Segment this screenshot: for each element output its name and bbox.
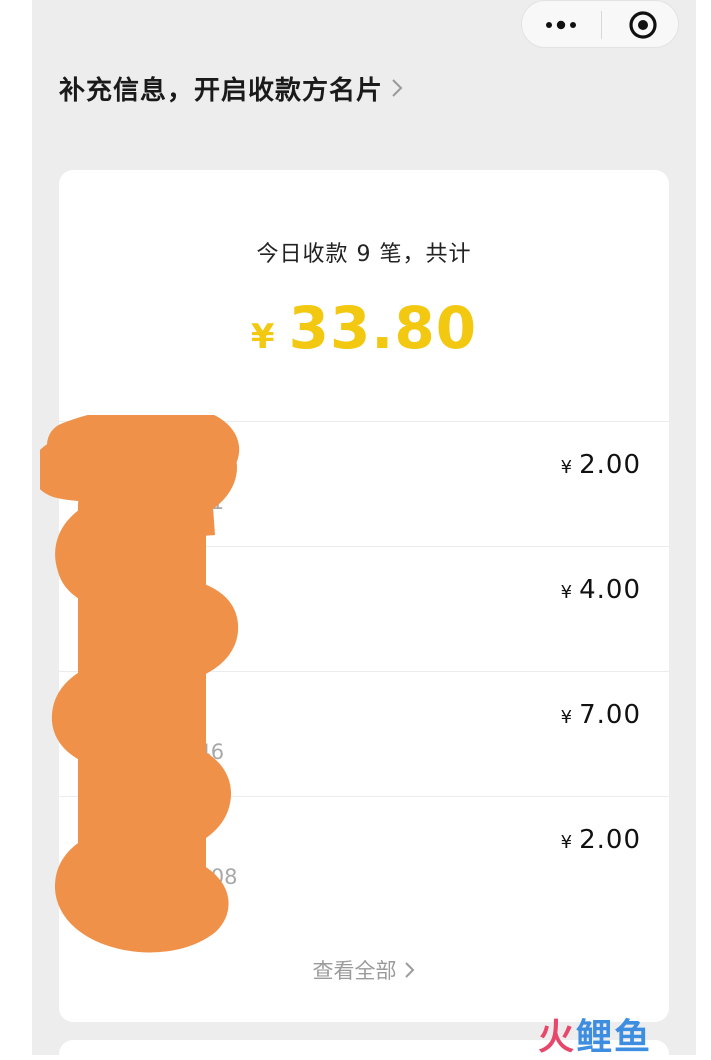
target-close-icon[interactable]	[628, 10, 658, 40]
watermark-logo: 火 鲤 鱼	[538, 1008, 652, 1060]
transaction-row[interactable]: 7:46 ¥7.00	[59, 671, 669, 796]
watermark-char-1: 火	[538, 1017, 577, 1058]
transaction-amount: ¥2.00	[561, 450, 641, 480]
more-dots-icon[interactable]	[544, 18, 580, 32]
transaction-amount: ¥4.00	[561, 575, 641, 605]
transaction-time: 7:46	[177, 740, 225, 764]
amount-value: 2.00	[579, 825, 641, 855]
payer-avatar	[83, 698, 147, 762]
view-all-link[interactable]: 查看全部	[59, 955, 669, 985]
transaction-row[interactable]: 15:03 ¥4.00	[59, 546, 669, 671]
payment-summary-card: 今日收款 9 笔，共计 ¥ 33.80 hF 8:41 ¥2.00 15:03 …	[59, 170, 669, 1022]
amount-value: 4.00	[579, 575, 641, 605]
view-all-label: 查看全部	[312, 959, 397, 983]
watermark-char-2: 鲤	[576, 1017, 615, 1058]
transaction-time: 56:08	[177, 865, 238, 889]
transaction-amount: ¥2.00	[561, 825, 641, 855]
amount-currency: ¥	[560, 832, 574, 853]
today-summary-text: 今日收款 9 笔，共计	[256, 242, 472, 267]
open-payee-card-label: 补充信息，开启收款方名片	[59, 75, 384, 106]
transaction-time: 15:03	[177, 615, 238, 639]
transaction-row[interactable]: 56:08 ¥2.00	[59, 796, 669, 921]
transaction-amount: ¥7.00	[561, 700, 641, 730]
payer-avatar	[83, 823, 147, 887]
amount-value: 2.00	[579, 450, 641, 480]
transaction-list: hF 8:41 ¥2.00 15:03 ¥4.00 7:46 ¥7.00 56:…	[59, 421, 669, 921]
mini-program-capsule	[521, 0, 679, 48]
open-payee-card-link[interactable]: 补充信息，开启收款方名片	[59, 66, 405, 110]
amount-value: 7.00	[579, 700, 641, 730]
today-total: ¥ 33.80	[59, 294, 669, 362]
payer-avatar	[83, 448, 147, 512]
chevron-right-icon	[404, 962, 414, 978]
transaction-row[interactable]: hF 8:41 ¥2.00	[59, 421, 669, 546]
transaction-time: 8:41	[177, 490, 225, 514]
watermark-char-3: 鱼	[614, 1017, 653, 1058]
capsule-divider	[601, 11, 602, 39]
total-currency-symbol: ¥	[250, 317, 275, 357]
payer-name: hF	[177, 454, 202, 478]
amount-currency: ¥	[560, 707, 574, 728]
amount-currency: ¥	[560, 582, 574, 603]
total-amount: 33.80	[288, 294, 478, 362]
phone-screen: 补充信息，开启收款方名片 今日收款 9 笔，共计 ¥ 33.80 hF 8:41…	[32, 0, 696, 1055]
chevron-right-icon	[392, 79, 403, 97]
amount-currency: ¥	[560, 457, 574, 478]
payer-avatar	[83, 573, 147, 637]
